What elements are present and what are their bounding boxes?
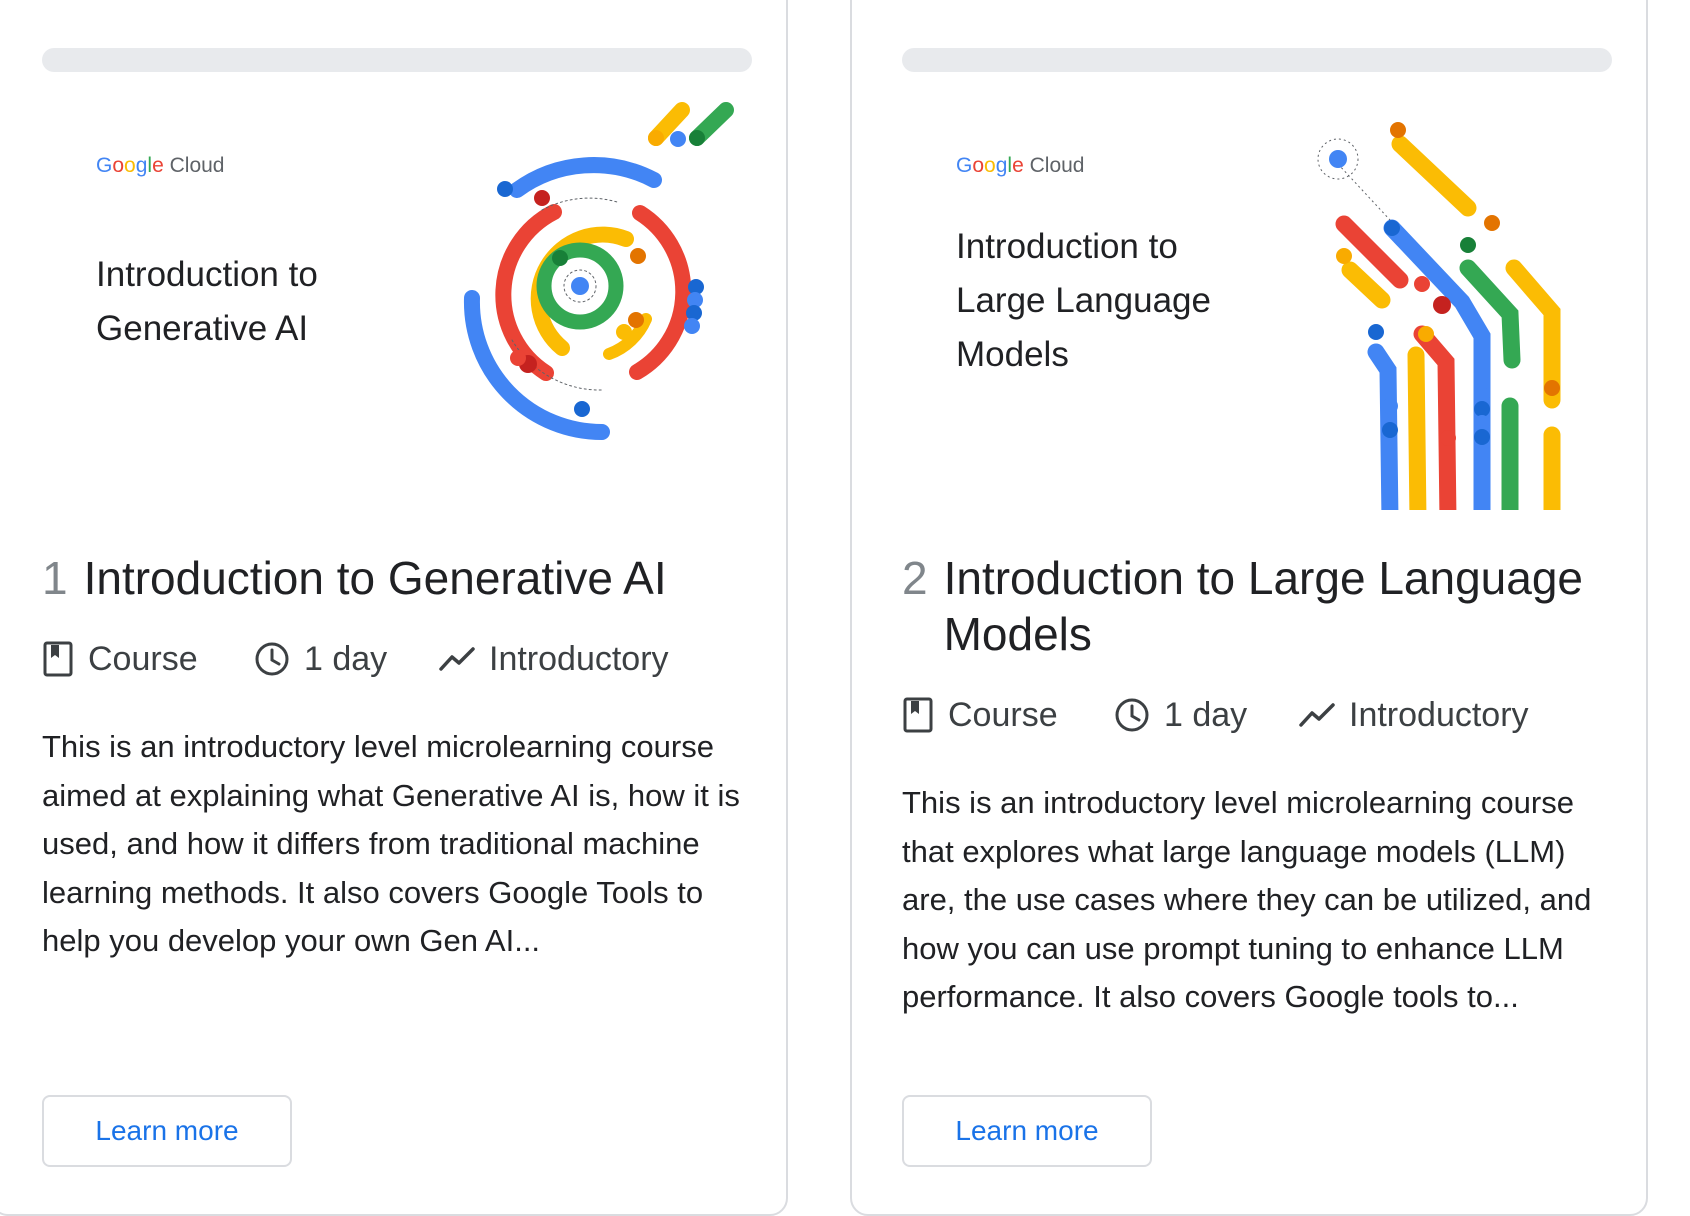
progress-bar xyxy=(42,48,752,72)
course-title[interactable]: 1 Introduction to Generative AI xyxy=(42,550,762,606)
clock-icon xyxy=(1115,698,1149,732)
diagonal-lines-illustration xyxy=(1317,122,1561,510)
course-meta: Course 1 day Introductory xyxy=(902,692,1529,738)
course-number: 2 xyxy=(902,552,928,604)
course-banner-image: Google Cloud Introduction to Generative … xyxy=(42,100,752,510)
meta-duration: 1 day xyxy=(1114,696,1299,735)
course-meta: Course 1 day Introductory xyxy=(42,636,669,682)
meta-level: Introductory xyxy=(439,640,669,679)
course-title[interactable]: 2 Introduction to Large Language Models xyxy=(902,550,1622,662)
course-title-text[interactable]: Introduction to Large Language Models xyxy=(944,550,1622,662)
course-banner-image: Google Cloud Introduction to Large Langu… xyxy=(902,100,1612,510)
book-icon xyxy=(903,697,933,733)
course-card-generative-ai[interactable]: Google Cloud Introduction to Generative … xyxy=(0,0,788,1216)
learn-more-button[interactable]: Learn more xyxy=(902,1095,1152,1167)
course-title-text[interactable]: Introduction to Generative AI xyxy=(84,550,667,606)
learn-more-button[interactable]: Learn more xyxy=(42,1095,292,1167)
trending-up-icon xyxy=(1299,703,1335,727)
meta-type: Course xyxy=(42,640,254,679)
course-description: This is an introductory level microlearn… xyxy=(902,785,1592,1014)
progress-bar xyxy=(902,48,1612,72)
course-description: This is an introductory level microlearn… xyxy=(42,729,740,958)
course-number: 1 xyxy=(42,552,68,604)
clock-icon xyxy=(255,642,289,676)
meta-duration: 1 day xyxy=(254,640,439,679)
course-card-large-language-models[interactable]: Google Cloud Introduction to Large Langu… xyxy=(850,0,1648,1216)
meta-type: Course xyxy=(902,696,1114,735)
concentric-arcs-illustration xyxy=(463,102,734,440)
trending-up-icon xyxy=(439,647,475,671)
meta-level: Introductory xyxy=(1299,696,1529,735)
book-icon xyxy=(43,641,73,677)
